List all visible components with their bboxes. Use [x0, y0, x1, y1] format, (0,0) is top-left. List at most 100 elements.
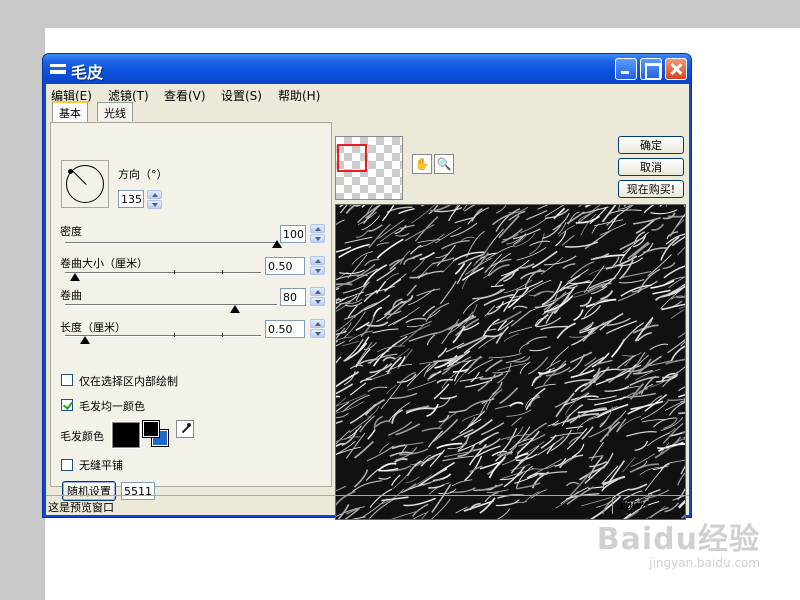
- window-icon: [50, 64, 66, 74]
- dial-knob[interactable]: [68, 169, 73, 174]
- fur-strand: [512, 305, 528, 310]
- curl-slider-track[interactable]: [65, 304, 277, 306]
- curl-size-slider-track[interactable]: [65, 272, 261, 274]
- close-button[interactable]: [665, 58, 687, 80]
- navigator-view-rect[interactable]: [337, 144, 367, 172]
- menu-settings[interactable]: 设置(S): [221, 87, 262, 104]
- fur-strand: [677, 472, 685, 486]
- fur-strand: [525, 336, 547, 345]
- uniform-color-checkbox[interactable]: [61, 399, 73, 411]
- spin-down-icon[interactable]: [147, 200, 162, 209]
- spin-up-icon[interactable]: [310, 287, 325, 296]
- curl-spinner[interactable]: [310, 287, 325, 306]
- ok-button[interactable]: 确定: [618, 136, 684, 154]
- fur-strand: [336, 401, 364, 414]
- tab-light[interactable]: 光线: [97, 102, 133, 121]
- eyedropper-icon[interactable]: [176, 420, 194, 438]
- spin-down-icon[interactable]: [310, 234, 325, 243]
- fur-strand: [462, 205, 468, 211]
- fur-strand: [488, 353, 522, 359]
- curl-input[interactable]: [280, 288, 306, 306]
- title-bar[interactable]: 毛皮: [43, 54, 691, 84]
- fur-strand: [491, 310, 522, 326]
- zoom-tool-icon[interactable]: 🔍: [434, 154, 454, 174]
- fur-strand: [520, 216, 549, 234]
- fur-strand: [491, 381, 503, 396]
- hand-tool-icon[interactable]: ✋: [412, 154, 432, 174]
- menu-help[interactable]: 帮助(H): [278, 87, 320, 104]
- fur-strand: [437, 347, 447, 358]
- cancel-button[interactable]: 取消: [618, 158, 684, 176]
- curl-size-spinner[interactable]: [310, 256, 325, 275]
- fur-strand: [441, 240, 470, 250]
- seamless-checkbox[interactable]: [61, 459, 73, 471]
- tab-basic[interactable]: 基本: [52, 101, 88, 122]
- curl-slider-thumb[interactable]: [229, 305, 240, 313]
- direction-spinner[interactable]: [147, 190, 162, 209]
- fur-strand: [519, 343, 530, 353]
- fur-strand: [566, 413, 600, 423]
- fur-strand: [439, 280, 457, 305]
- buy-now-button[interactable]: 现在购买!: [618, 180, 684, 198]
- spin-up-icon[interactable]: [310, 224, 325, 233]
- fur-strand: [496, 205, 507, 214]
- slider-tick: [222, 270, 223, 274]
- fur-strand: [366, 321, 389, 327]
- fur-strand: [336, 301, 338, 305]
- fur-strand: [351, 480, 383, 493]
- fur-strand: [531, 464, 556, 470]
- fur-strand: [389, 392, 418, 399]
- fur-strand: [484, 332, 503, 338]
- direction-input[interactable]: [118, 190, 144, 208]
- fur-strand: [528, 233, 545, 255]
- spin-up-icon[interactable]: [310, 319, 325, 328]
- length-input[interactable]: [265, 320, 305, 338]
- fur-strand: [487, 301, 505, 316]
- foreground-color-swatch[interactable]: [142, 420, 160, 438]
- fur-strand: [506, 409, 532, 417]
- length-slider-track[interactable]: [65, 335, 261, 337]
- fur-strand: [550, 346, 570, 366]
- fur-strand: [671, 235, 685, 247]
- fur-strand: [411, 258, 426, 272]
- menu-view[interactable]: 查看(V): [164, 87, 206, 104]
- fur-strand: [662, 262, 676, 270]
- fur-strand: [503, 333, 520, 342]
- fur-strand: [336, 356, 342, 364]
- hair-color-swatch[interactable]: [111, 421, 141, 449]
- length-slider-thumb[interactable]: [79, 336, 90, 344]
- length-spinner[interactable]: [310, 319, 325, 338]
- curl-size-slider-thumb[interactable]: [69, 273, 80, 281]
- curl-size-input[interactable]: [265, 257, 305, 275]
- fur-strand: [684, 209, 685, 211]
- selection-only-checkbox[interactable]: [61, 374, 73, 386]
- spin-up-icon[interactable]: [310, 256, 325, 265]
- density-input[interactable]: [280, 225, 306, 243]
- maximize-button[interactable]: [640, 58, 662, 80]
- spin-down-icon[interactable]: [310, 329, 325, 338]
- fur-strand: [376, 238, 404, 259]
- length-label: 长度（厘米）: [60, 321, 126, 334]
- fur-strand: [395, 232, 410, 237]
- fur-strand: [677, 246, 685, 256]
- fur-strand: [623, 205, 627, 207]
- fur-strand: [647, 254, 672, 277]
- fur-strand: [472, 438, 501, 452]
- density-spinner[interactable]: [310, 224, 325, 243]
- navigator-thumbnail[interactable]: [335, 136, 403, 200]
- fur-strand: [579, 296, 593, 307]
- fur-strand: [376, 345, 405, 353]
- preview-window[interactable]: [335, 204, 686, 520]
- fur-strand: [336, 219, 345, 226]
- spin-up-icon[interactable]: [147, 190, 162, 199]
- fur-strand: [639, 466, 669, 476]
- spin-down-icon[interactable]: [310, 266, 325, 275]
- fur-strand: [540, 325, 569, 331]
- minimize-button[interactable]: [615, 58, 637, 80]
- fur-strand: [420, 205, 425, 207]
- fur-strand: [456, 261, 473, 285]
- spin-down-icon[interactable]: [310, 297, 325, 306]
- density-slider-track[interactable]: [65, 242, 277, 244]
- fur-strand: [359, 415, 375, 433]
- direction-dial[interactable]: [61, 160, 109, 208]
